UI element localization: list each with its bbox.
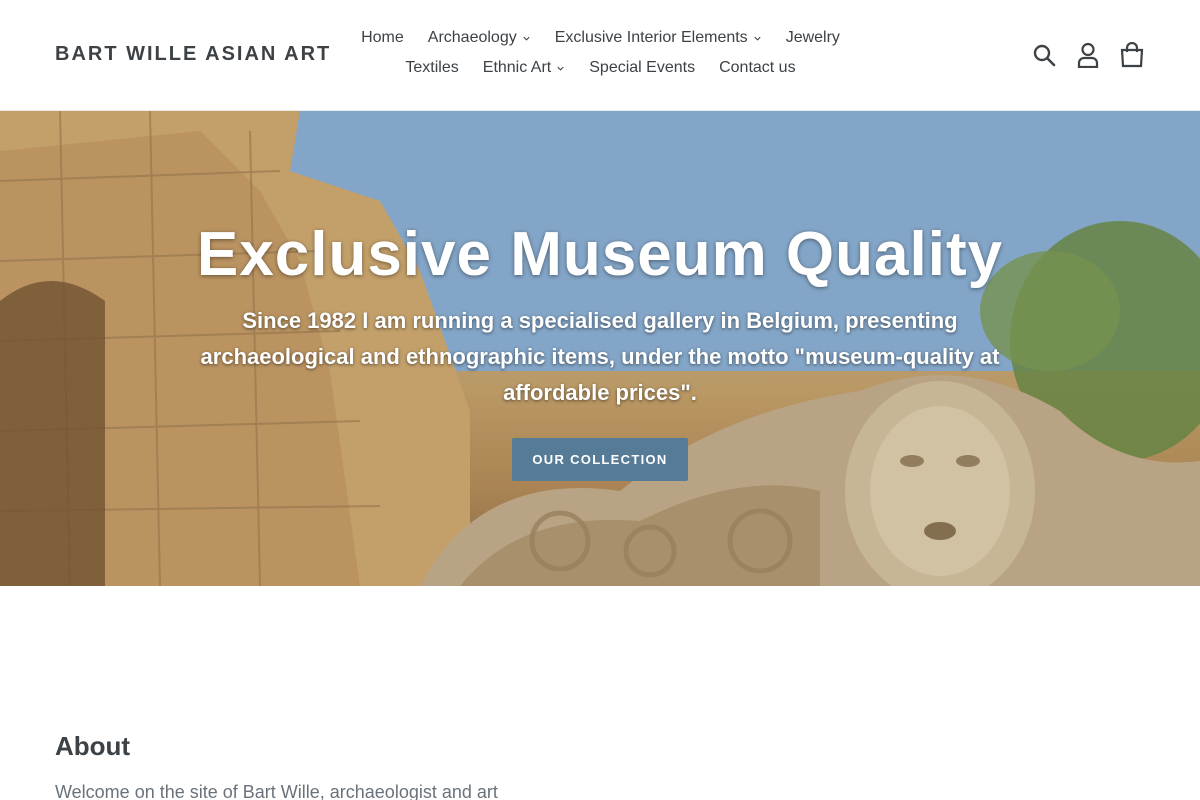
nav-item-ethnic-art[interactable]: Ethnic Art bbox=[471, 57, 577, 79]
hero-banner: Exclusive Museum Quality Since 1982 I am… bbox=[0, 111, 1200, 586]
about-heading: About bbox=[55, 731, 131, 761]
header-icons bbox=[1031, 40, 1145, 70]
nav-label: Ethnic Art bbox=[482, 59, 552, 76]
chevron-down-icon bbox=[557, 66, 564, 71]
search-icon[interactable] bbox=[1031, 40, 1057, 70]
nav-item-special-events[interactable]: Special Events bbox=[577, 57, 707, 79]
chevron-down-icon bbox=[754, 36, 761, 41]
nav-label: Jewelry bbox=[785, 29, 840, 46]
our-collection-button[interactable]: OUR COLLECTION bbox=[512, 438, 688, 481]
cart-icon[interactable] bbox=[1119, 40, 1145, 70]
nav-item-jewelry[interactable]: Jewelry bbox=[774, 27, 852, 49]
nav-item-exclusive-interior[interactable]: Exclusive Interior Elements bbox=[543, 27, 774, 49]
chevron-down-icon bbox=[523, 36, 530, 41]
site-header: BART WILLE ASIAN ART Home Archaeology Ex… bbox=[0, 0, 1200, 111]
nav-label: Exclusive Interior Elements bbox=[554, 29, 748, 46]
main-nav: Home Archaeology Exclusive Interior Elem… bbox=[326, 27, 875, 79]
hero-content: Exclusive Museum Quality Since 1982 I am… bbox=[0, 111, 1200, 586]
nav-item-textiles[interactable]: Textiles bbox=[393, 57, 470, 79]
about-text: Welcome on the site of Bart Wille, archa… bbox=[55, 782, 498, 800]
account-icon[interactable] bbox=[1075, 40, 1101, 70]
nav-item-contact[interactable]: Contact us bbox=[707, 57, 807, 79]
nav-label: Textiles bbox=[405, 59, 459, 76]
nav-item-archaeology[interactable]: Archaeology bbox=[416, 27, 543, 49]
hero-title: Exclusive Museum Quality bbox=[196, 220, 1004, 289]
nav-label: Archaeology bbox=[427, 29, 517, 46]
hero-subtitle: Since 1982 I am running a specialised ga… bbox=[200, 308, 1000, 405]
nav-item-home[interactable]: Home bbox=[349, 27, 416, 49]
nav-label: Special Events bbox=[589, 59, 696, 76]
nav-label: Home bbox=[361, 29, 404, 46]
nav-label: Contact us bbox=[719, 59, 796, 76]
site-logo[interactable]: BART WILLE ASIAN ART bbox=[55, 43, 331, 66]
